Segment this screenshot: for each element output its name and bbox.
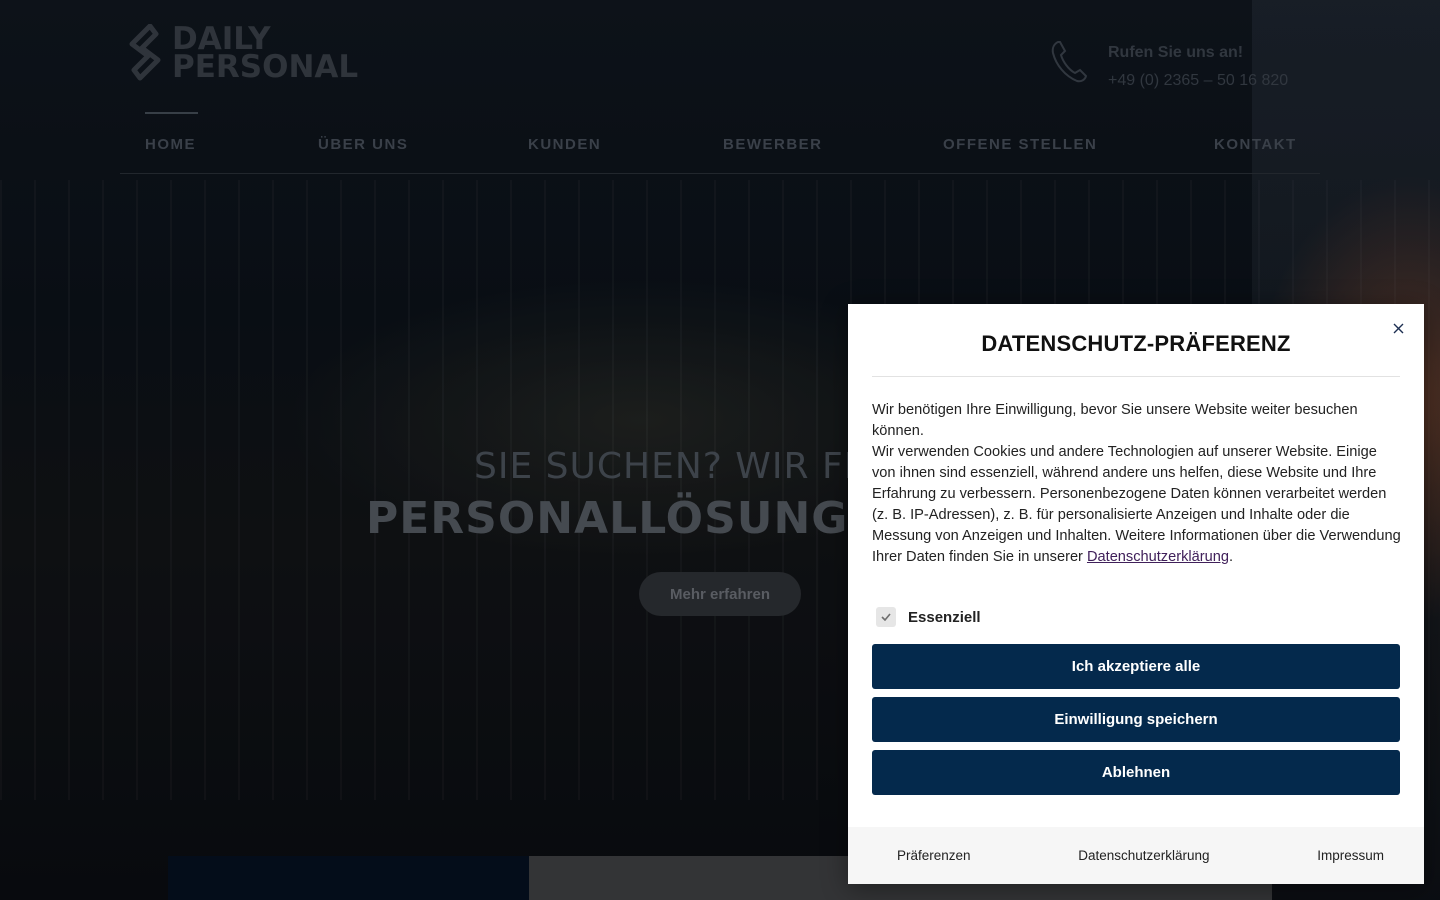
essential-checkbox[interactable] [876, 607, 896, 627]
accept-all-button[interactable]: Ich akzeptiere alle [872, 644, 1400, 689]
dialog-paragraph-2-period: . [1228, 549, 1234, 565]
dialog-footer: Präferenzen Datenschutzerklärung Impress… [848, 827, 1424, 884]
save-consent-button[interactable]: Einwilligung speichern [872, 697, 1400, 742]
dialog-paragraph-2-text: Wir verwenden Cookies und andere Technol… [872, 444, 1401, 565]
checkmark-icon [881, 613, 891, 621]
privacy-policy-link[interactable]: Datenschutzerklärung [1087, 549, 1229, 565]
footer-privacy-link[interactable]: Datenschutzerklärung [1078, 848, 1209, 863]
dialog-paragraph-1: Wir benötigen Ihre Einwilligung, bevor S… [872, 402, 1358, 439]
footer-imprint-link[interactable]: Impressum [1317, 848, 1384, 863]
dialog-description: Wir benötigen Ihre Einwilligung, bevor S… [872, 400, 1402, 568]
essential-checkbox-label: Essenziell [908, 608, 981, 626]
privacy-consent-dialog: DATENSCHUTZ-PRÄFERENZ Wir benötigen Ihre… [848, 304, 1424, 884]
dialog-paragraph-2: Wir verwenden Cookies und andere Technol… [872, 442, 1402, 568]
dialog-title: DATENSCHUTZ-PRÄFERENZ [981, 331, 1291, 356]
deny-button[interactable]: Ablehnen [872, 750, 1400, 795]
dialog-divider [872, 376, 1400, 377]
footer-preferences-link[interactable]: Präferenzen [897, 848, 971, 863]
essential-cookies-option: Essenziell [876, 607, 981, 627]
